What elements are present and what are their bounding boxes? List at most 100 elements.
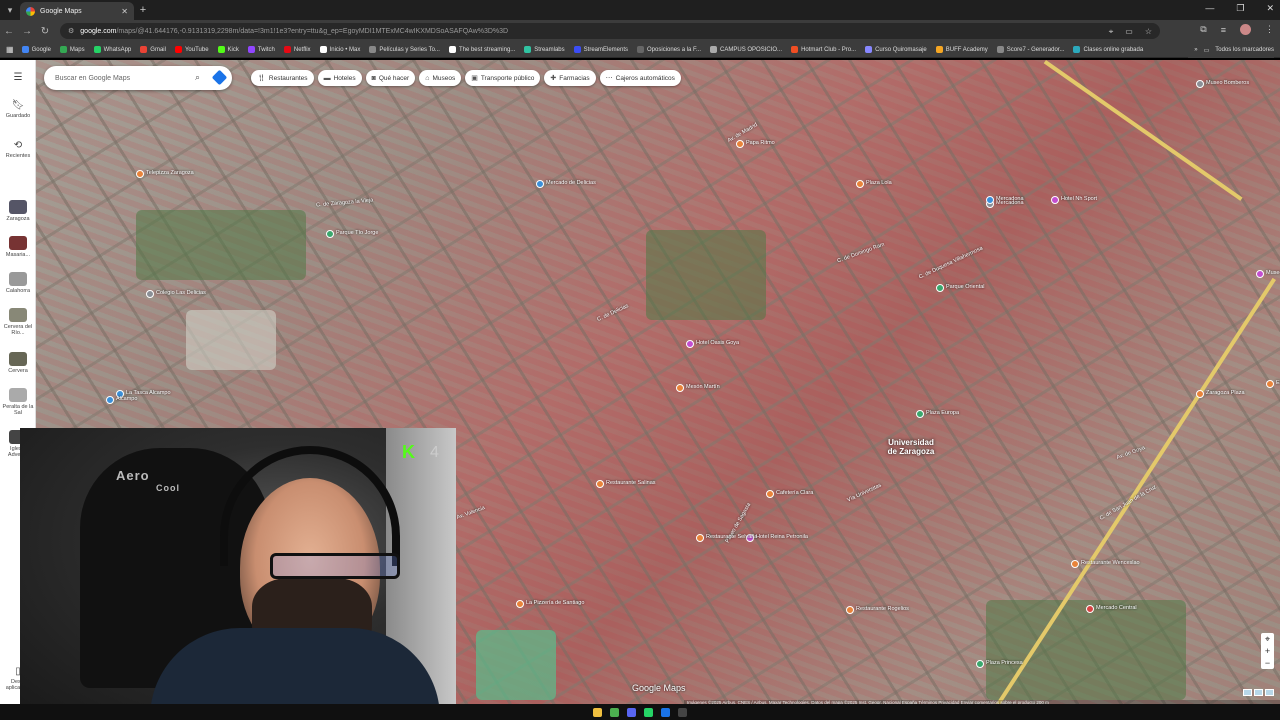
recent-place-item[interactable]: Peralta de la Sal (0, 388, 36, 416)
apps-grid-icon[interactable]: ▦ (6, 45, 14, 54)
file-explorer-icon[interactable] (593, 707, 602, 717)
place-label[interactable]: Mercadona (996, 196, 1024, 202)
extensions-icon[interactable]: ⧉ (1200, 24, 1206, 35)
place-label[interactable]: Mesón Martín (686, 384, 720, 390)
place-label[interactable]: Restaurante Salinas (606, 480, 656, 486)
bookmark-star-icon[interactable]: ☆ (1145, 27, 1152, 37)
chrome-icon[interactable] (610, 707, 619, 717)
bookmark-item[interactable]: Maps (59, 46, 85, 53)
bookmark-item[interactable]: Kick (217, 46, 239, 53)
place-marker-icon[interactable] (696, 534, 704, 542)
university-label[interactable]: Universidad de Zaragoza (886, 438, 936, 456)
more-bookmarks-icon[interactable]: » (1194, 47, 1197, 53)
reload-icon[interactable]: ↻ (36, 26, 54, 37)
bookmark-item[interactable]: StreamElements (573, 46, 628, 53)
site-info-icon[interactable]: ⚙ (68, 27, 74, 35)
place-marker-icon[interactable] (916, 410, 924, 418)
discord-icon[interactable] (627, 707, 636, 717)
place-label[interactable]: Mercado Central (1096, 605, 1137, 611)
place-marker-icon[interactable] (1266, 380, 1274, 388)
close-tab-icon[interactable]: ✕ (121, 7, 128, 16)
place-label[interactable]: El Corte Inglés (1276, 380, 1280, 386)
chip-restaurantes[interactable]: 🍴︎ Restaurantes (251, 70, 314, 86)
place-label[interactable]: Museo de las Ciencias Naturales (1266, 270, 1280, 276)
place-label[interactable]: La Pizzería de Santiago (526, 600, 584, 606)
place-label[interactable]: Papa Ritmo (746, 140, 775, 146)
bookmark-item[interactable]: Clases online grabada (1073, 46, 1143, 53)
recent-place-item[interactable]: Masaria... (0, 236, 36, 258)
bookmark-item[interactable]: Google (21, 46, 51, 53)
place-label[interactable]: Plaza Europa (926, 410, 959, 416)
place-label[interactable]: Telepizza Zaragoza (146, 170, 194, 176)
all-bookmarks-link[interactable]: Todos los marcadores (1215, 47, 1274, 53)
place-label[interactable]: Hotel Oasis Goya (696, 340, 739, 346)
place-marker-icon[interactable] (536, 180, 544, 188)
zoom-out-button[interactable]: − (1261, 657, 1274, 669)
recent-place-item[interactable]: Cervera del Río... (0, 308, 36, 336)
place-label[interactable]: Hotel Reina Petronila (756, 534, 808, 540)
my-location-icon[interactable]: ⌖ (1261, 633, 1274, 645)
zoom-in-button[interactable]: + (1261, 645, 1274, 657)
bookmark-item[interactable]: Gmail (140, 46, 166, 53)
place-label[interactable]: Museo Bomberos (1206, 80, 1249, 86)
bookmark-item[interactable]: WhatsApp (93, 46, 131, 53)
place-marker-icon[interactable] (146, 290, 154, 298)
maps-search-box[interactable]: Buscar en Google Maps ⌕ (44, 66, 232, 90)
bookmark-item[interactable]: Curso Quiromasaje (865, 46, 927, 53)
place-marker-icon[interactable] (136, 170, 144, 178)
bookmark-item[interactable]: BUFF Academy (935, 46, 988, 53)
menu-button[interactable]: ☰ (0, 72, 36, 85)
chip-qu-hacer[interactable]: ◙ Qué hacer (365, 70, 416, 86)
maximize-icon[interactable]: ❐ (1236, 3, 1244, 14)
bookmark-item[interactable]: Inicio • Max (319, 46, 360, 53)
chip-cajeros-autom-ticos[interactable]: ⋯ Cajeros automáticos (599, 70, 681, 86)
directions-icon[interactable] (211, 69, 228, 86)
tab-google-maps[interactable]: Google Maps ✕ (20, 2, 134, 20)
minimize-icon[interactable]: — (1205, 3, 1214, 14)
chip-hoteles[interactable]: ▬ Hoteles (317, 70, 362, 86)
place-marker-icon[interactable] (326, 230, 334, 238)
place-label[interactable]: Parque Oriental (946, 284, 985, 290)
place-marker-icon[interactable] (1051, 196, 1059, 204)
recent-button[interactable]: ⟲ Recientes (0, 140, 36, 159)
place-label[interactable]: Parque Tío Jorge (336, 230, 378, 236)
cast-icon[interactable]: ▭ (1125, 27, 1133, 37)
place-marker-icon[interactable] (846, 606, 854, 614)
place-marker-icon[interactable] (516, 600, 524, 608)
tab-search-icon[interactable]: ▾ (0, 0, 20, 20)
place-label[interactable]: Plaza Princesa (986, 660, 1023, 666)
place-marker-icon[interactable] (1196, 80, 1204, 88)
place-marker-icon[interactable] (936, 284, 944, 292)
layers-thumbnails[interactable] (1243, 689, 1274, 696)
new-tab-button[interactable]: + (134, 4, 152, 16)
search-icon[interactable]: ⌕ (195, 72, 200, 83)
place-label[interactable]: Cafetería Clara (776, 490, 813, 496)
search-input[interactable]: Buscar en Google Maps (55, 75, 130, 82)
place-marker-icon[interactable] (686, 340, 694, 348)
close-window-icon[interactable]: ✕ (1266, 3, 1274, 14)
back-icon[interactable]: ← (0, 26, 18, 37)
place-marker-icon[interactable] (736, 140, 744, 148)
place-marker-icon[interactable] (986, 196, 994, 204)
place-marker-icon[interactable] (1256, 270, 1264, 278)
bookmark-item[interactable]: Netflix (283, 46, 311, 53)
menu-kebab-icon[interactable]: ⋮ (1265, 24, 1274, 35)
bookmark-item[interactable]: Twitch (247, 46, 275, 53)
recent-place-item[interactable]: Zaragoza (0, 200, 36, 222)
chip-farmacias[interactable]: ✚ Farmacias (544, 70, 596, 86)
chip-transporte-p-blico[interactable]: ▣ Transporte público (465, 70, 541, 86)
address-bar[interactable]: ⚙ google.com/maps/@41.644176,-0.9131319,… (60, 23, 1160, 39)
obs-icon[interactable] (678, 707, 687, 717)
bookmark-item[interactable]: The best streaming... (448, 46, 515, 53)
place-label[interactable]: Zaragoza Plaza (1206, 390, 1245, 396)
place-marker-icon[interactable] (106, 396, 114, 404)
place-label[interactable]: Alcampo (116, 396, 137, 402)
place-marker-icon[interactable] (976, 660, 984, 668)
bookmark-item[interactable]: YouTube (174, 46, 209, 53)
bookmark-item[interactable]: Score7 - Generador... (996, 46, 1064, 53)
place-label[interactable]: Restaurante Wenceslao (1081, 560, 1140, 566)
chip-museos[interactable]: ⌂ Museos (419, 70, 462, 86)
place-marker-icon[interactable] (1086, 605, 1094, 613)
recent-place-item[interactable]: Cervera (0, 352, 36, 374)
place-marker-icon[interactable] (1196, 390, 1204, 398)
